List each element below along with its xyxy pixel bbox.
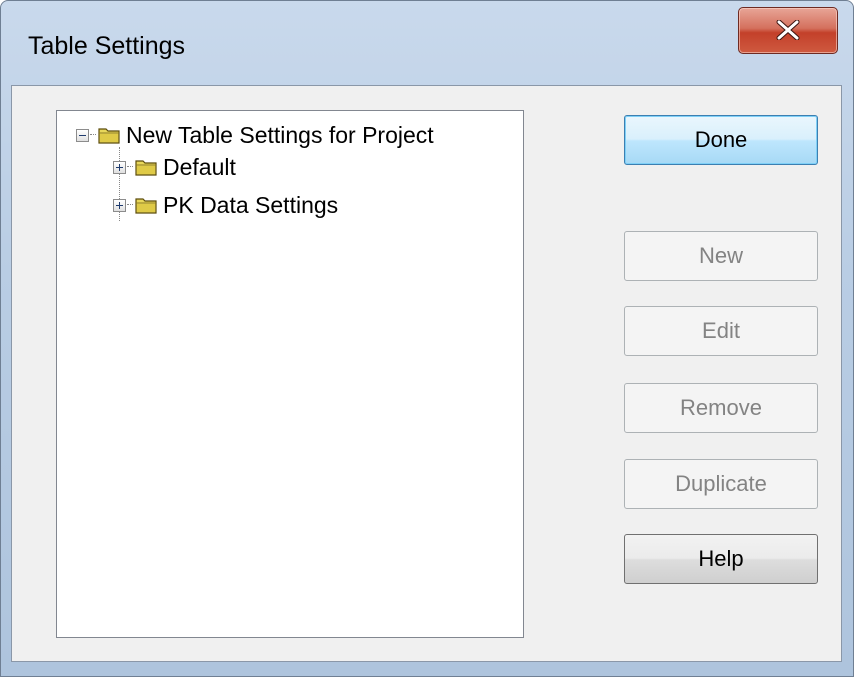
tree-node-label: Default (163, 153, 236, 180)
close-button[interactable] (738, 7, 838, 54)
tree-node-default[interactable]: Default (113, 151, 236, 183)
tree-node-root[interactable]: New Table Settings for Project (76, 119, 434, 151)
title-bar[interactable]: Table Settings (1, 1, 853, 85)
help-button[interactable]: Help (624, 534, 818, 584)
tree-node-label: PK Data Settings (163, 191, 339, 218)
settings-tree[interactable]: New Table Settings for Project Default P… (56, 110, 524, 638)
tree-dots (127, 204, 133, 206)
dialog-window: Table Settings New Table Settings for Pr… (0, 0, 854, 677)
collapse-icon[interactable] (76, 128, 89, 142)
plus-expander-icon[interactable] (113, 160, 126, 174)
plus-expander-icon[interactable] (113, 198, 126, 212)
dialog-client-area: New Table Settings for Project Default P… (11, 85, 842, 662)
new-button[interactable]: New (624, 231, 818, 281)
duplicate-button[interactable]: Duplicate (624, 459, 818, 509)
tree-dots (90, 134, 96, 136)
edit-button[interactable]: Edit (624, 306, 818, 356)
close-icon (776, 20, 800, 40)
tree-node-label: New Table Settings for Project (126, 121, 434, 148)
folder-icon (135, 160, 157, 176)
folder-icon (135, 198, 157, 214)
tree-node-pk-data-settings[interactable]: PK Data Settings (113, 189, 338, 221)
done-button[interactable]: Done (624, 115, 818, 165)
remove-button[interactable]: Remove (624, 383, 818, 433)
tree-dots (127, 166, 133, 168)
window-title: Table Settings (28, 32, 186, 60)
folder-icon (98, 128, 120, 144)
